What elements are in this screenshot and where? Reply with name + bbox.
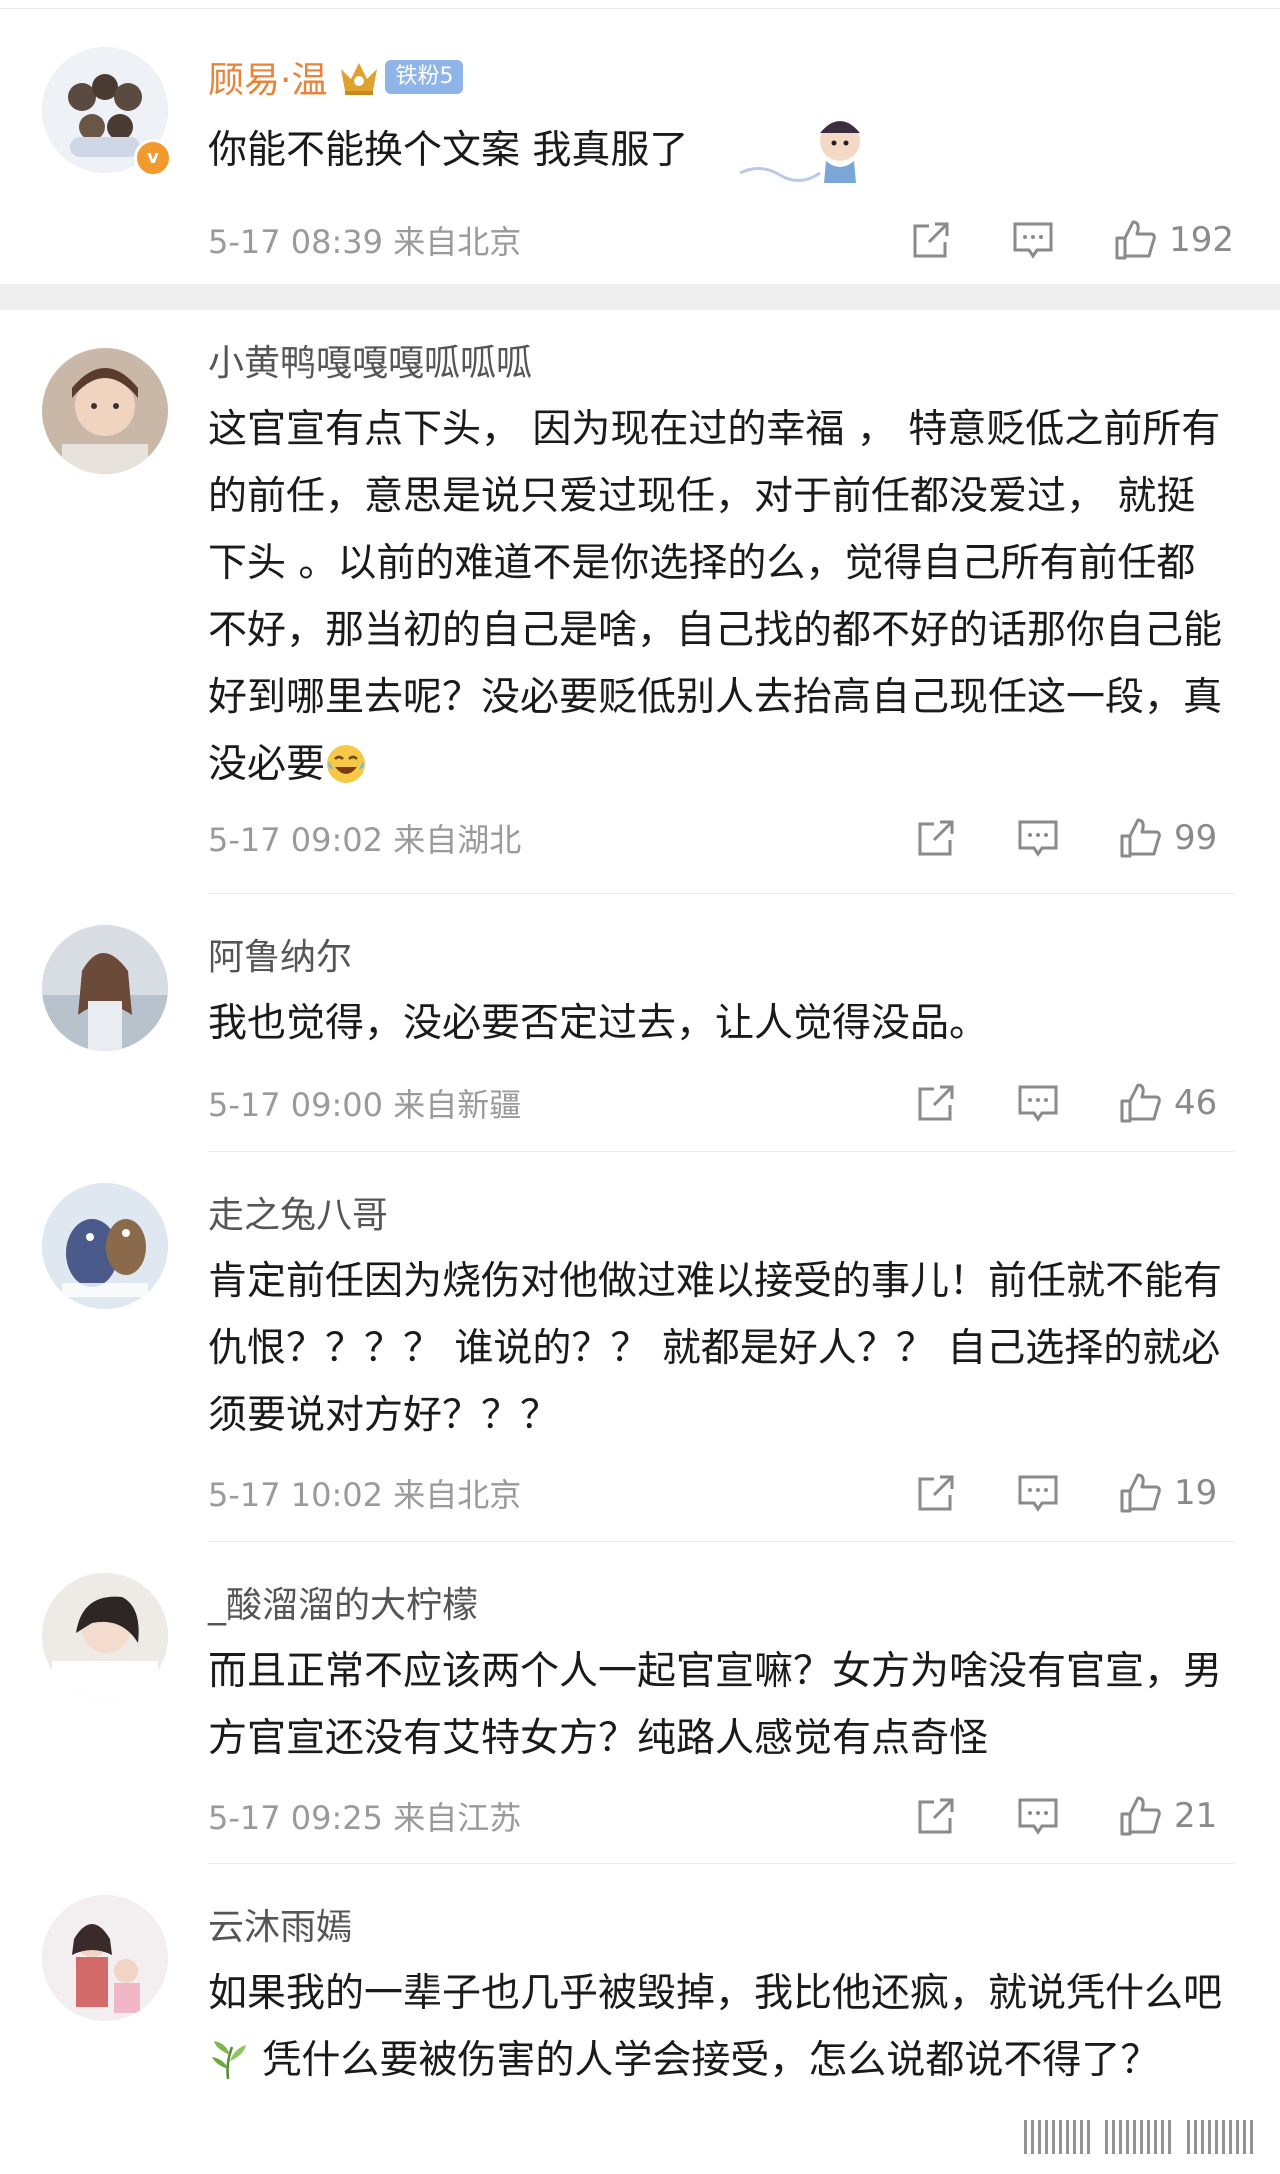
share-icon[interactable] [914,1471,958,1515]
comment-text-body: 这官宣有点下头， 因为现在过的幸福 ， 特意贬低之前所有的前任，意思是说只爱过现… [208,407,1223,787]
avatar[interactable] [42,1895,168,2021]
comment-item: v 顾易·温 铁粉5 你能不能换个文案 我真服了 5-17 08:39 来自北京 [0,9,1280,284]
watermark [1024,2120,1254,2154]
username[interactable]: 小黄鸭嘎嘎嘎呱呱呱 [208,334,532,386]
thumbs-up-icon [1120,818,1161,858]
share-icon[interactable] [909,218,953,262]
crown-icon [341,63,378,95]
comment-feed: v 顾易·温 铁粉5 你能不能换个文案 我真服了 5-17 08:39 来自北京 [0,0,1280,2174]
comment-icon[interactable] [1016,816,1060,860]
like-button[interactable]: 99 [1118,816,1234,860]
share-icon[interactable] [914,1081,958,1125]
comment-meta: 5-17 09:25 来自江苏 [208,1799,522,1837]
comment-meta: 5-17 09:00 来自新疆 [208,1086,522,1124]
comment-text-part: 凭什么要被伤害的人学会接受，怎么说都说不得了？ [250,2038,1160,2083]
comment-icon[interactable] [1016,1081,1060,1125]
comment-item: 走之兔八哥 肯定前任因为烧伤对他做过难以接受的事儿！前任就不能有仇恨？？？？ 谁… [0,1151,1280,1541]
thumbs-up-icon [1120,1796,1161,1836]
comment-meta: 5-17 09:02 来自湖北 [208,821,522,859]
like-button[interactable]: 192 [1113,218,1234,262]
comment-text: 如果我的一辈子也几乎被毁掉，我比他还疯，就说凭什么吧 凭什么要被伤害的人学会接受… [208,1960,1234,2094]
comment-icon[interactable] [1016,1794,1060,1838]
like-count: 192 [1169,220,1234,260]
username[interactable]: _酸溜溜的大柠檬 [208,1576,478,1628]
like-button[interactable]: 46 [1118,1081,1234,1125]
comment-text: 而且正常不应该两个人一起官宣嘛？女方为啥没有官宣，男方官宣还没有艾特女方？纯路人… [208,1649,1223,1761]
share-icon[interactable] [914,816,958,860]
share-icon[interactable] [914,1794,958,1838]
thumbs-up-icon [1115,220,1156,260]
like-count: 99 [1174,818,1218,858]
fan-level-badge: 铁粉5 [385,60,464,94]
top-divider [0,0,1280,9]
comment-text: 肯定前任因为烧伤对他做过难以接受的事儿！前任就不能有仇恨？？？？ 谁说的？？ 就… [208,1259,1223,1438]
avatar[interactable] [42,1573,168,1699]
comment-text: 我也觉得，没必要否定过去，让人觉得没品。 [208,1001,989,1046]
comment-text-part: 如果我的一辈子也几乎被毁掉，我比他还疯，就说凭什么吧 [208,1971,1223,2016]
avatar[interactable] [42,1183,168,1309]
comment-item: _酸溜溜的大柠檬 而且正常不应该两个人一起官宣嘛？女方为啥没有官宣，男方官宣还没… [0,1541,1280,1863]
like-count: 19 [1174,1473,1218,1513]
verified-badge-icon: v [134,139,172,177]
comment-text: 这官宣有点下头， 因为现在过的幸福 ， 特意贬低之前所有的前任，意思是说只爱过现… [208,396,1234,798]
comment-item: 阿鲁纳尔 我也觉得，没必要否定过去，让人觉得没品。 5-17 09:00 来自新… [0,893,1280,1151]
username[interactable]: 走之兔八哥 [208,1186,388,1238]
laugh-cry-emoji [327,745,366,783]
comment-icon[interactable] [1011,218,1055,262]
comment-item: 小黄鸭嘎嘎嘎呱呱呱 这官宣有点下头， 因为现在过的幸福 ， 特意贬低之前所有的前… [0,310,1280,893]
comment-text: 你能不能换个文案 我真服了 [208,128,689,173]
like-button[interactable]: 21 [1118,1794,1234,1838]
like-button[interactable]: 19 [1118,1471,1234,1515]
comment-meta: 5-17 10:02 来自北京 [208,1476,522,1514]
comment-icon[interactable] [1016,1471,1060,1515]
thumbs-up-icon [1120,1473,1161,1513]
username[interactable]: 阿鲁纳尔 [208,928,352,980]
like-count: 21 [1174,1796,1218,1836]
sticker-decoration [739,121,860,183]
username[interactable]: 顾易·温 [208,51,327,103]
avatar[interactable] [42,925,168,1051]
comment-meta: 5-17 08:39 来自北京 [208,223,522,261]
avatar[interactable] [42,348,168,474]
like-count: 46 [1174,1083,1218,1123]
section-separator [0,284,1280,310]
username[interactable]: 云沐雨嫣 [208,1898,352,1950]
thumbs-up-icon [1120,1083,1161,1123]
leaf-emoji [212,2041,246,2080]
